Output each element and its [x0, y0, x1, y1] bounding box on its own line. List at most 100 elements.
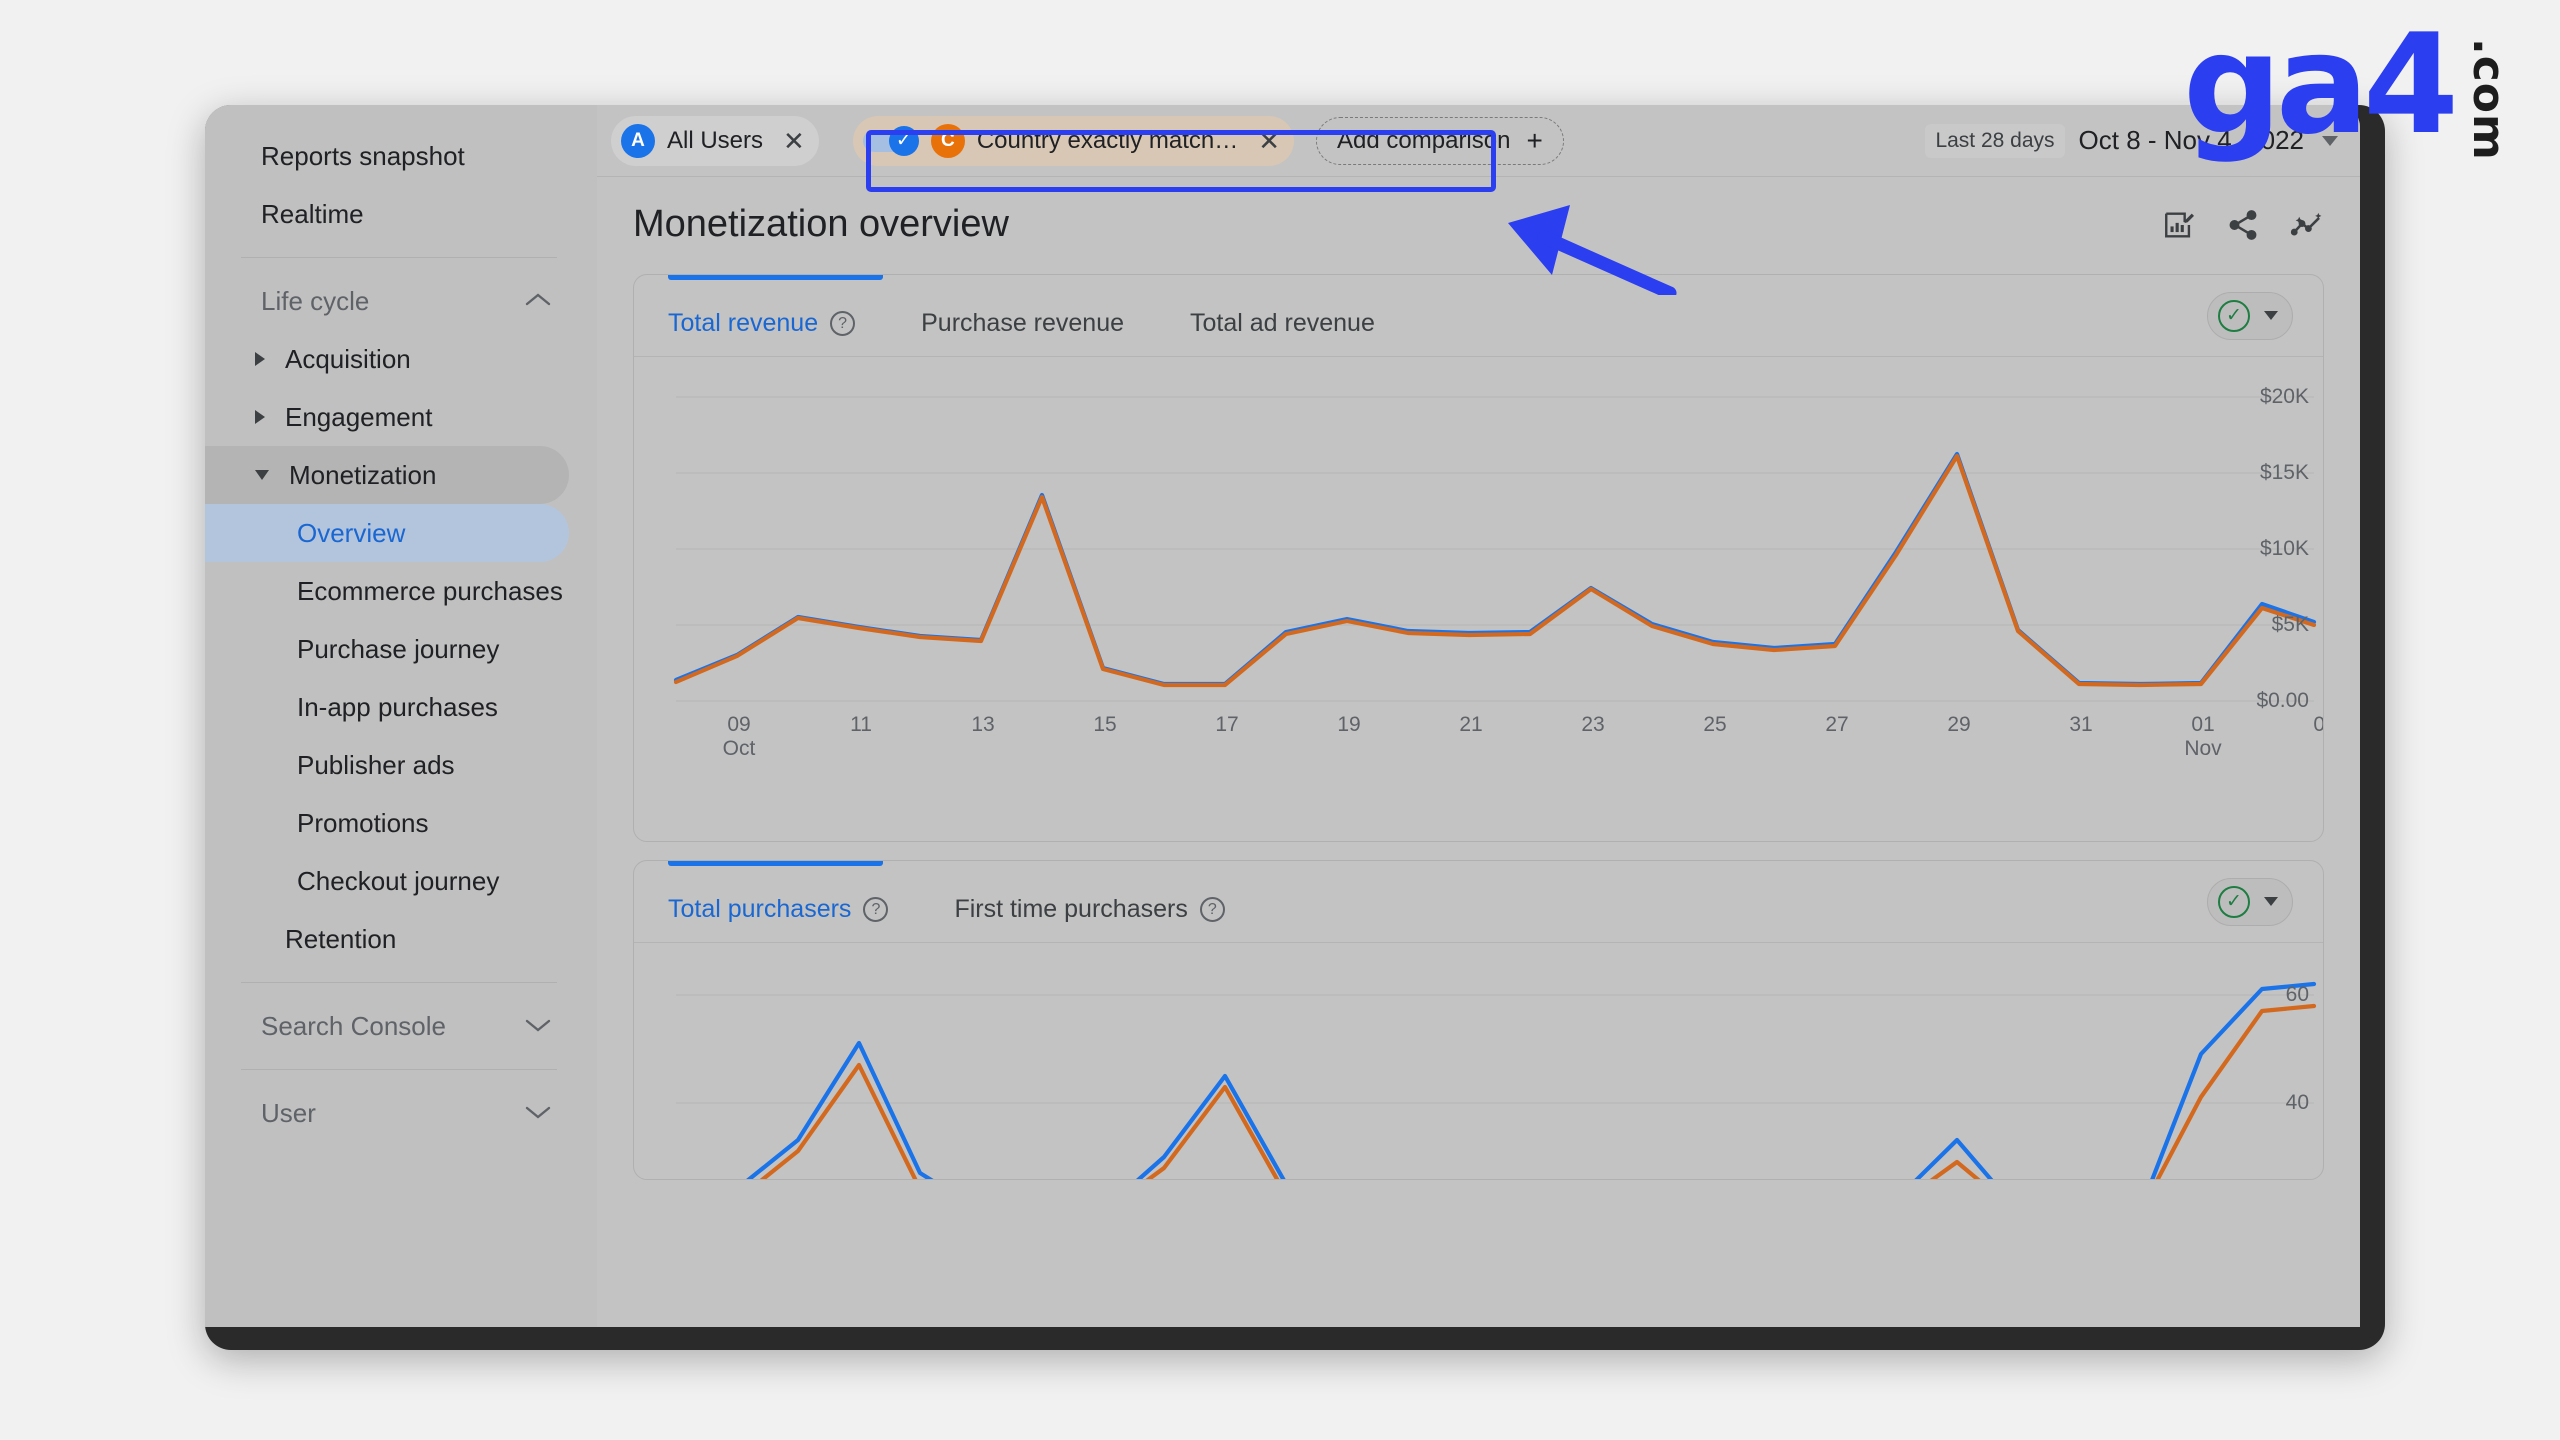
sidebar-item-realtime[interactable]: Realtime: [205, 185, 569, 243]
x-tick-label: 13: [948, 713, 1018, 737]
chevron-down-icon: [525, 1015, 551, 1037]
sidebar-item-label: Acquisition: [285, 344, 411, 375]
add-comparison-label: Add comparison: [1337, 127, 1510, 155]
sidebar-item-reports-snapshot[interactable]: Reports snapshot: [205, 127, 569, 185]
purchasers-chart-svg: [634, 943, 2324, 1179]
help-icon[interactable]: ?: [1200, 897, 1225, 922]
sidebar-item-label: Publisher ads: [297, 750, 455, 781]
plus-icon: +: [1526, 127, 1542, 155]
chevron-down-icon[interactable]: [2264, 311, 2278, 320]
caret-right-icon: [255, 352, 265, 366]
tab-label: Total purchasers: [668, 895, 851, 924]
sidebar-item-publisher-ads[interactable]: Publisher ads: [205, 736, 569, 794]
help-icon[interactable]: ?: [863, 897, 888, 922]
revenue-card: Total revenue ? Purchase revenue Total a…: [633, 274, 2324, 842]
series-all-users: [676, 454, 2314, 684]
help-icon[interactable]: ?: [830, 311, 855, 336]
tab-label: First time purchasers: [954, 895, 1187, 924]
sidebar-divider-2: [241, 982, 557, 983]
tab-first-time-purchasers[interactable]: First time purchasers ?: [954, 895, 1224, 942]
caret-down-icon: [255, 470, 269, 480]
sidebar-section-search-console[interactable]: Search Console: [205, 997, 569, 1055]
check-circle-icon: ✓: [2218, 886, 2250, 918]
insights-icon[interactable]: [2290, 208, 2324, 242]
segment-toggle[interactable]: ✓: [863, 126, 919, 156]
share-icon[interactable]: [2226, 208, 2260, 242]
sidebar-item-label: Engagement: [285, 402, 432, 433]
data-quality-pill[interactable]: ✓: [2207, 292, 2293, 340]
check-circle-icon: ✓: [2218, 300, 2250, 332]
x-tick-month: Nov: [2168, 737, 2238, 761]
x-tick-label: 09 Oct: [704, 713, 774, 761]
tab-purchase-revenue[interactable]: Purchase revenue: [921, 309, 1124, 356]
sidebar-item-label: Ecommerce purchases: [297, 576, 563, 607]
sidebar-item-purchase-journey[interactable]: Purchase journey: [205, 620, 569, 678]
y-tick-label: $5K: [2272, 613, 2309, 637]
tab-total-revenue[interactable]: Total revenue ?: [668, 309, 855, 356]
main-content: A All Users ✕ ✓ C Country exactly match……: [597, 105, 2360, 1327]
sidebar: Reports snapshot Realtime Life cycle Acq…: [205, 105, 597, 1327]
active-tab-underline: [668, 274, 883, 280]
sidebar-item-acquisition[interactable]: Acquisition: [205, 330, 569, 388]
caret-right-icon: [255, 410, 265, 424]
x-tick-day: 09: [727, 713, 750, 736]
screenshot-root: Reports snapshot Realtime Life cycle Acq…: [0, 0, 2560, 1440]
sidebar-item-label: Monetization: [289, 460, 436, 491]
segment-label: Country exactly match…: [977, 127, 1238, 155]
sidebar-section-user[interactable]: User: [205, 1084, 569, 1142]
revenue-chart: $20K $15K $10K $5K $0.00 09 Oct 11 13 15: [634, 357, 2323, 842]
close-icon[interactable]: ✕: [777, 128, 811, 154]
tab-label: Total ad revenue: [1190, 309, 1375, 338]
sidebar-item-engagement[interactable]: Engagement: [205, 388, 569, 446]
sidebar-divider-3: [241, 1069, 557, 1070]
app-viewport: Reports snapshot Realtime Life cycle Acq…: [205, 105, 2360, 1327]
sidebar-item-in-app-purchases[interactable]: In-app purchases: [205, 678, 569, 736]
purchasers-chart: 60 40: [634, 943, 2323, 1179]
ga4-logo: ga4 .com: [2183, 22, 2514, 161]
sidebar-item-label: Realtime: [261, 199, 364, 230]
browser-window: Reports snapshot Realtime Life cycle Acq…: [205, 105, 2385, 1350]
series-country-us: [676, 1006, 2314, 1179]
x-tick-label: 17: [1192, 713, 1262, 737]
purchasers-card: Total purchasers ? First time purchasers…: [633, 860, 2324, 1180]
sidebar-divider-1: [241, 257, 557, 258]
sidebar-item-promotions[interactable]: Promotions: [205, 794, 569, 852]
sidebar-item-monetization[interactable]: Monetization: [205, 446, 569, 504]
x-tick-label: 03: [2290, 713, 2324, 737]
sidebar-item-label: Promotions: [297, 808, 429, 839]
series-country-us: [676, 456, 2314, 685]
tab-label: Total revenue: [668, 309, 818, 338]
sidebar-item-label: Retention: [285, 924, 396, 955]
sidebar-item-checkout-journey[interactable]: Checkout journey: [205, 852, 569, 910]
y-tick-label: 60: [2286, 983, 2309, 1007]
sidebar-item-label: Reports snapshot: [261, 141, 465, 172]
y-tick-label: $15K: [2260, 461, 2309, 485]
data-quality-pill[interactable]: ✓: [2207, 878, 2293, 926]
close-icon[interactable]: ✕: [1252, 128, 1286, 154]
logo-wordmark: ga4: [2183, 22, 2453, 149]
sidebar-item-overview[interactable]: Overview: [205, 504, 569, 562]
chevron-down-icon: [525, 1102, 551, 1124]
tab-total-purchasers[interactable]: Total purchasers ?: [668, 895, 888, 942]
x-tick-label: 19: [1314, 713, 1384, 737]
chevron-down-icon[interactable]: [2264, 897, 2278, 906]
chevron-up-icon: [525, 290, 551, 312]
sidebar-item-label: Purchase journey: [297, 634, 499, 665]
page-header: Monetization overview: [597, 177, 2360, 256]
x-tick-month: Oct: [704, 737, 774, 761]
sidebar-section-life-cycle[interactable]: Life cycle: [205, 272, 569, 330]
sidebar-item-ecommerce-purchases[interactable]: Ecommerce purchases: [205, 562, 569, 620]
tab-total-ad-revenue[interactable]: Total ad revenue: [1190, 309, 1375, 356]
x-tick-label: 31: [2046, 713, 2116, 737]
segment-chip-country[interactable]: ✓ C Country exactly match… ✕: [853, 116, 1294, 166]
y-tick-label: $20K: [2260, 385, 2309, 409]
sidebar-item-label: Checkout journey: [297, 866, 499, 897]
page-actions: [2162, 208, 2324, 242]
sidebar-section-label: Search Console: [261, 1011, 446, 1042]
customize-report-icon[interactable]: [2162, 208, 2196, 242]
x-tick-label: 25: [1680, 713, 1750, 737]
segment-chip-all-users[interactable]: A All Users ✕: [611, 116, 819, 166]
sidebar-item-retention[interactable]: Retention: [205, 910, 569, 968]
active-tab-underline: [668, 860, 883, 866]
add-comparison-button[interactable]: Add comparison +: [1316, 117, 1564, 165]
